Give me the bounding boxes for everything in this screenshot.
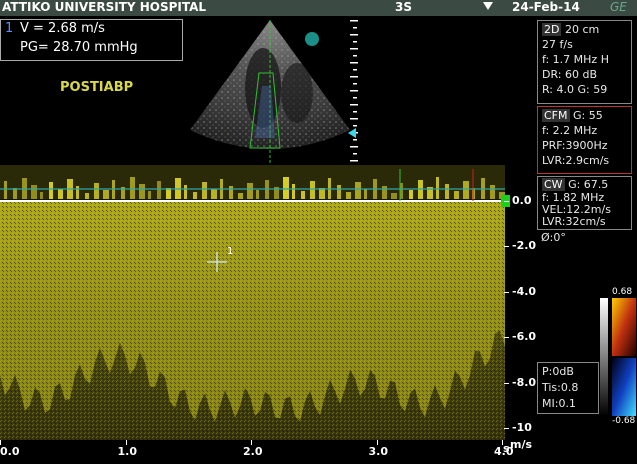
crosshair-cursor-icon[interactable] (205, 250, 229, 274)
y-tick-label: 0.0 (512, 194, 532, 207)
panel-output: P:0dB Tis:0.8 MI:0.1 (537, 362, 599, 414)
panel-cfm-tag: CFM (542, 109, 570, 122)
hospital-name: ATTIKO UNIVERSITY HOSPITAL (2, 0, 207, 14)
triangle-marker-icon (483, 2, 493, 10)
exam-date: 24-Feb-14 (512, 0, 580, 14)
doppler-spectrum (0, 165, 505, 440)
y-tick-label: -4.0 (512, 284, 537, 298)
mi-value: MI:0.1 (542, 397, 576, 410)
depth-ruler (350, 20, 358, 162)
measurement-box: 1 V = 2.68 m/s PG= 28.70 mmHg (0, 19, 183, 61)
gradient-value: PG= 28.70 mmHg (20, 40, 138, 55)
y-tick-label: -6.0 (512, 330, 537, 344)
y-tick-label: -8.0 (512, 375, 537, 389)
cursor-index: 1 (227, 246, 234, 257)
x-tick-label: 1.0 (117, 445, 138, 458)
x-tick-label: 0.0 (0, 445, 20, 458)
y-tick-label: -10 (512, 421, 532, 434)
colorbar-min: -0.68 (612, 416, 636, 426)
x-tick-mark (251, 440, 252, 445)
focus-marker-icon (348, 128, 356, 138)
x-tick-label: 2.0 (243, 445, 263, 458)
x-tick-mark (376, 440, 378, 445)
r-g-values: R: 4.0 G: 59 (542, 83, 608, 96)
depth-value: 20 cm (564, 23, 600, 36)
logo-icon: GE (610, 0, 627, 14)
cfm-lvr: LVR:2.9cm/s (542, 154, 610, 167)
colorbar-max: 0.68 (612, 287, 633, 297)
x-tick-mark (125, 440, 127, 445)
frame-rate: 27 f/s (542, 38, 573, 51)
cfm-prf: PRF:3900Hz (542, 139, 608, 152)
y-tick-mark (504, 201, 509, 202)
probe-name: 3S (395, 0, 412, 14)
cfm-gain: G: 55 (573, 109, 603, 122)
velocity-value: V = 2.68 m/s (20, 21, 105, 36)
y-tick-mark (504, 246, 509, 248)
cfm-frequency: f: 2.2 MHz (542, 124, 598, 137)
x-tick-label: 3.0 (368, 445, 389, 458)
tis-value: Tis:0.8 (542, 381, 579, 394)
y-tick-mark (504, 291, 509, 293)
cw-lvr: LVR:32cm/s (542, 215, 606, 228)
echo-sector-image (190, 20, 350, 163)
panel-cfm: CFM G: 55 f: 2.2 MHz PRF:3900Hz LVR:2.9c… (537, 106, 632, 174)
panel-2d: 2D 20 cm 27 f/s f: 1.7 MHz H DR: 60 dB R… (537, 20, 632, 104)
cw-gain: G: 67.5 (568, 178, 609, 191)
dynamic-range: DR: 60 dB (542, 68, 597, 81)
y-tick-mark (504, 428, 509, 429)
focus-dot-icon (305, 32, 319, 46)
color-scale-bar (600, 298, 636, 416)
x-unit-label: s (503, 442, 510, 455)
panel-2d-tag: 2D (542, 23, 562, 36)
measurement-index: 1 (5, 21, 14, 36)
frequency-2d: f: 1.7 MHz H (542, 53, 609, 66)
annotation-label: POSTIABP (60, 80, 134, 95)
y-tick-label: -2.0 (512, 239, 537, 253)
panel-cw-tag: CW (542, 178, 565, 191)
x-tick-mark (0, 440, 1, 445)
y-tick-mark (504, 337, 509, 339)
panel-cw: CW G: 67.5 f: 1.82 MHz VEL:12.2m/s LVR:3… (537, 176, 632, 230)
power-value: P:0dB (542, 365, 574, 378)
y-tick-mark (504, 382, 509, 384)
